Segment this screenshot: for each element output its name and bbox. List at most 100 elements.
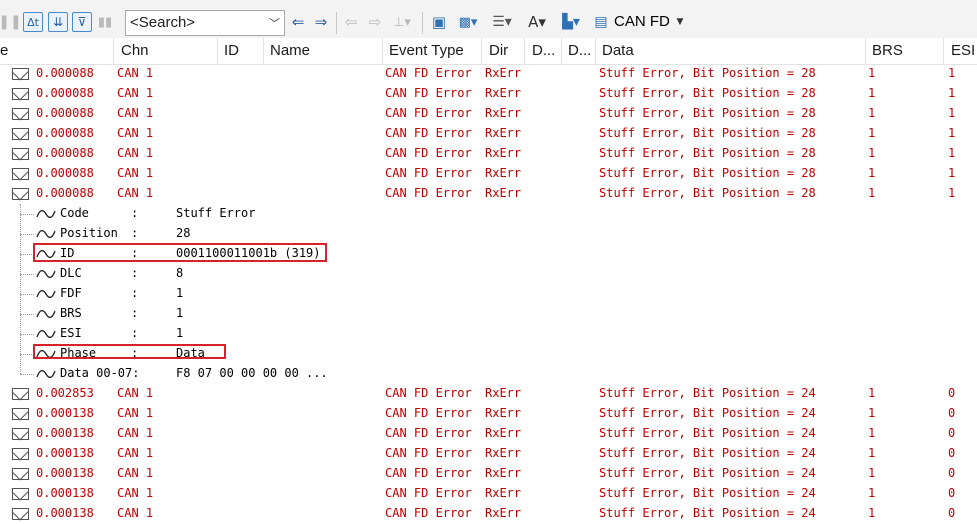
back-icon[interactable]: ⇦ [342, 12, 360, 32]
highlight-box-phase [33, 344, 226, 359]
cell-data: Stuff Error, Bit Position = 28 [599, 86, 816, 100]
chevron-down-icon[interactable]: ﹀ [269, 15, 280, 31]
insert-icon[interactable]: ⊥▾ [390, 12, 414, 32]
new-window-icon[interactable]: ▣ [428, 12, 450, 32]
detail-label: BRS [60, 306, 82, 320]
cell-esi: 1 [948, 86, 956, 100]
table-row-expanded[interactable]: 0.000088 CAN 1 CAN FD Error RxErr Stuff … [0, 184, 977, 204]
col-header-time[interactable]: e [0, 42, 8, 59]
font-size-icon[interactable]: A▾ [522, 12, 552, 32]
signal-icon [36, 229, 56, 239]
cell-data: Stuff Error, Bit Position = 24 [599, 506, 816, 520]
table-row[interactable]: 0.000138 CAN 1 CAN FD Error RxErr Stuff … [0, 404, 977, 424]
scroll-lock-icon[interactable]: ⇊ [48, 12, 68, 32]
col-header-event-type[interactable]: Event Type [389, 42, 464, 59]
table-row[interactable]: 0.000138 CAN 1 CAN FD Error RxErr Stuff … [0, 444, 977, 464]
detail-value: 28 [176, 226, 191, 240]
signal-icon [36, 329, 56, 339]
detail-row[interactable]: Data 00-07: F8 07 00 00 00 00 ... [0, 364, 977, 384]
highlight-icon[interactable]: ▩▾ [454, 12, 482, 32]
detail-value: 1 [176, 286, 184, 300]
table-row[interactable]: 0.000138 CAN 1 CAN FD Error RxErr Stuff … [0, 424, 977, 444]
search-input[interactable]: <Search> [130, 14, 195, 31]
detail-row[interactable]: DLC : 8 [0, 264, 977, 284]
cell-esi: 0 [948, 426, 956, 440]
detail-row[interactable]: Position : 28 [0, 224, 977, 244]
cell-event: CAN FD Error [385, 446, 472, 460]
cell-brs: 1 [868, 486, 876, 500]
delta-time-icon[interactable]: Δt [23, 12, 43, 32]
filter-icon[interactable]: ⊽ [72, 12, 92, 32]
col-header-chn[interactable]: Chn [121, 42, 149, 59]
cell-data: Stuff Error, Bit Position = 28 [599, 146, 816, 160]
table-row[interactable]: 0.000088 CAN 1 CAN FD Error RxErr Stuff … [0, 124, 977, 144]
col-header-brs[interactable]: BRS [872, 42, 903, 59]
pause-icon[interactable]: ❚❚ [0, 13, 22, 31]
cell-time: 0.000138 [36, 506, 94, 520]
cell-brs: 1 [868, 126, 876, 140]
table-row[interactable]: 0.000088 CAN 1 CAN FD Error RxErr Stuff … [0, 144, 977, 164]
cell-data: Stuff Error, Bit Position = 24 [599, 446, 816, 460]
cell-data: Stuff Error, Bit Position = 28 [599, 186, 816, 200]
search-box[interactable]: <Search> ﹀ [125, 10, 285, 36]
envelope-icon [12, 128, 29, 140]
channel-filter-label[interactable]: CAN FD [614, 13, 670, 30]
detail-row[interactable]: BRS : 1 [0, 304, 977, 324]
cell-time: 0.000138 [36, 406, 94, 420]
col-header-name[interactable]: Name [270, 42, 310, 59]
chevron-down-icon[interactable]: ▼ [674, 15, 686, 29]
table-row[interactable]: 0.000138 CAN 1 CAN FD Error RxErr Stuff … [0, 484, 977, 504]
cell-event: CAN FD Error [385, 426, 472, 440]
cell-brs: 1 [868, 106, 876, 120]
cell-time: 0.000088 [36, 186, 94, 200]
cell-data: Stuff Error, Bit Position = 24 [599, 426, 816, 440]
find-next-icon[interactable]: ⇒ [311, 12, 331, 32]
signal-icon [36, 269, 56, 279]
cell-event: CAN FD Error [385, 146, 472, 160]
detail-row[interactable]: FDF : 1 [0, 284, 977, 304]
col-header-d1[interactable]: D... [532, 42, 555, 59]
col-header-id[interactable]: ID [224, 42, 239, 59]
cell-dir: RxErr [485, 186, 522, 200]
cell-event: CAN FD Error [385, 166, 472, 180]
cell-esi: 0 [948, 406, 956, 420]
cell-esi: 0 [948, 506, 956, 520]
detail-row[interactable]: Code : Stuff Error [0, 204, 977, 224]
cell-chn: CAN 1 [117, 446, 154, 460]
table-row[interactable]: 0.000088 CAN 1 CAN FD Error RxErr Stuff … [0, 164, 977, 184]
envelope-icon [12, 388, 29, 400]
col-header-data[interactable]: Data [602, 42, 634, 59]
detail-sep: : [131, 266, 139, 280]
detail-sep: : [131, 226, 139, 240]
find-previous-icon[interactable]: ⇐ [288, 12, 308, 32]
view-icon[interactable]: ☰▾ [487, 12, 517, 32]
envelope-icon [12, 408, 29, 420]
cell-dir: RxErr [485, 146, 522, 160]
table-row[interactable]: 0.000088 CAN 1 CAN FD Error RxErr Stuff … [0, 84, 977, 104]
col-header-dir[interactable]: Dir [489, 42, 508, 59]
cell-esi: 0 [948, 466, 956, 480]
cell-brs: 1 [868, 146, 876, 160]
table-row[interactable]: 0.000138 CAN 1 CAN FD Error RxErr Stuff … [0, 504, 977, 524]
table-row[interactable]: 0.000088 CAN 1 CAN FD Error RxErr Stuff … [0, 104, 977, 124]
cell-dir: RxErr [485, 466, 522, 480]
cell-chn: CAN 1 [117, 186, 154, 200]
cell-dir: RxErr [485, 166, 522, 180]
table-row[interactable]: 0.000138 CAN 1 CAN FD Error RxErr Stuff … [0, 464, 977, 484]
cell-data: Stuff Error, Bit Position = 28 [599, 106, 816, 120]
forward-icon[interactable]: ⇨ [366, 12, 384, 32]
can-fd-icon: ▤ [594, 14, 608, 30]
cell-dir: RxErr [485, 426, 522, 440]
cell-event: CAN FD Error [385, 506, 472, 520]
envelope-icon [12, 508, 29, 520]
detail-row[interactable]: ESI : 1 [0, 324, 977, 344]
col-header-d2[interactable]: D... [568, 42, 591, 59]
cell-esi: 1 [948, 166, 956, 180]
detail-sep: : [131, 326, 139, 340]
cell-event: CAN FD Error [385, 186, 472, 200]
table-row[interactable]: 0.002853 CAN 1 CAN FD Error RxErr Stuff … [0, 384, 977, 404]
column-icon[interactable]: ▮▮ [96, 13, 114, 31]
table-row[interactable]: 0.000088 CAN 1 CAN FD Error RxErr Stuff … [0, 64, 977, 84]
col-header-esi[interactable]: ESI [951, 42, 975, 59]
layout-icon[interactable]: ▙▾ [556, 12, 586, 32]
